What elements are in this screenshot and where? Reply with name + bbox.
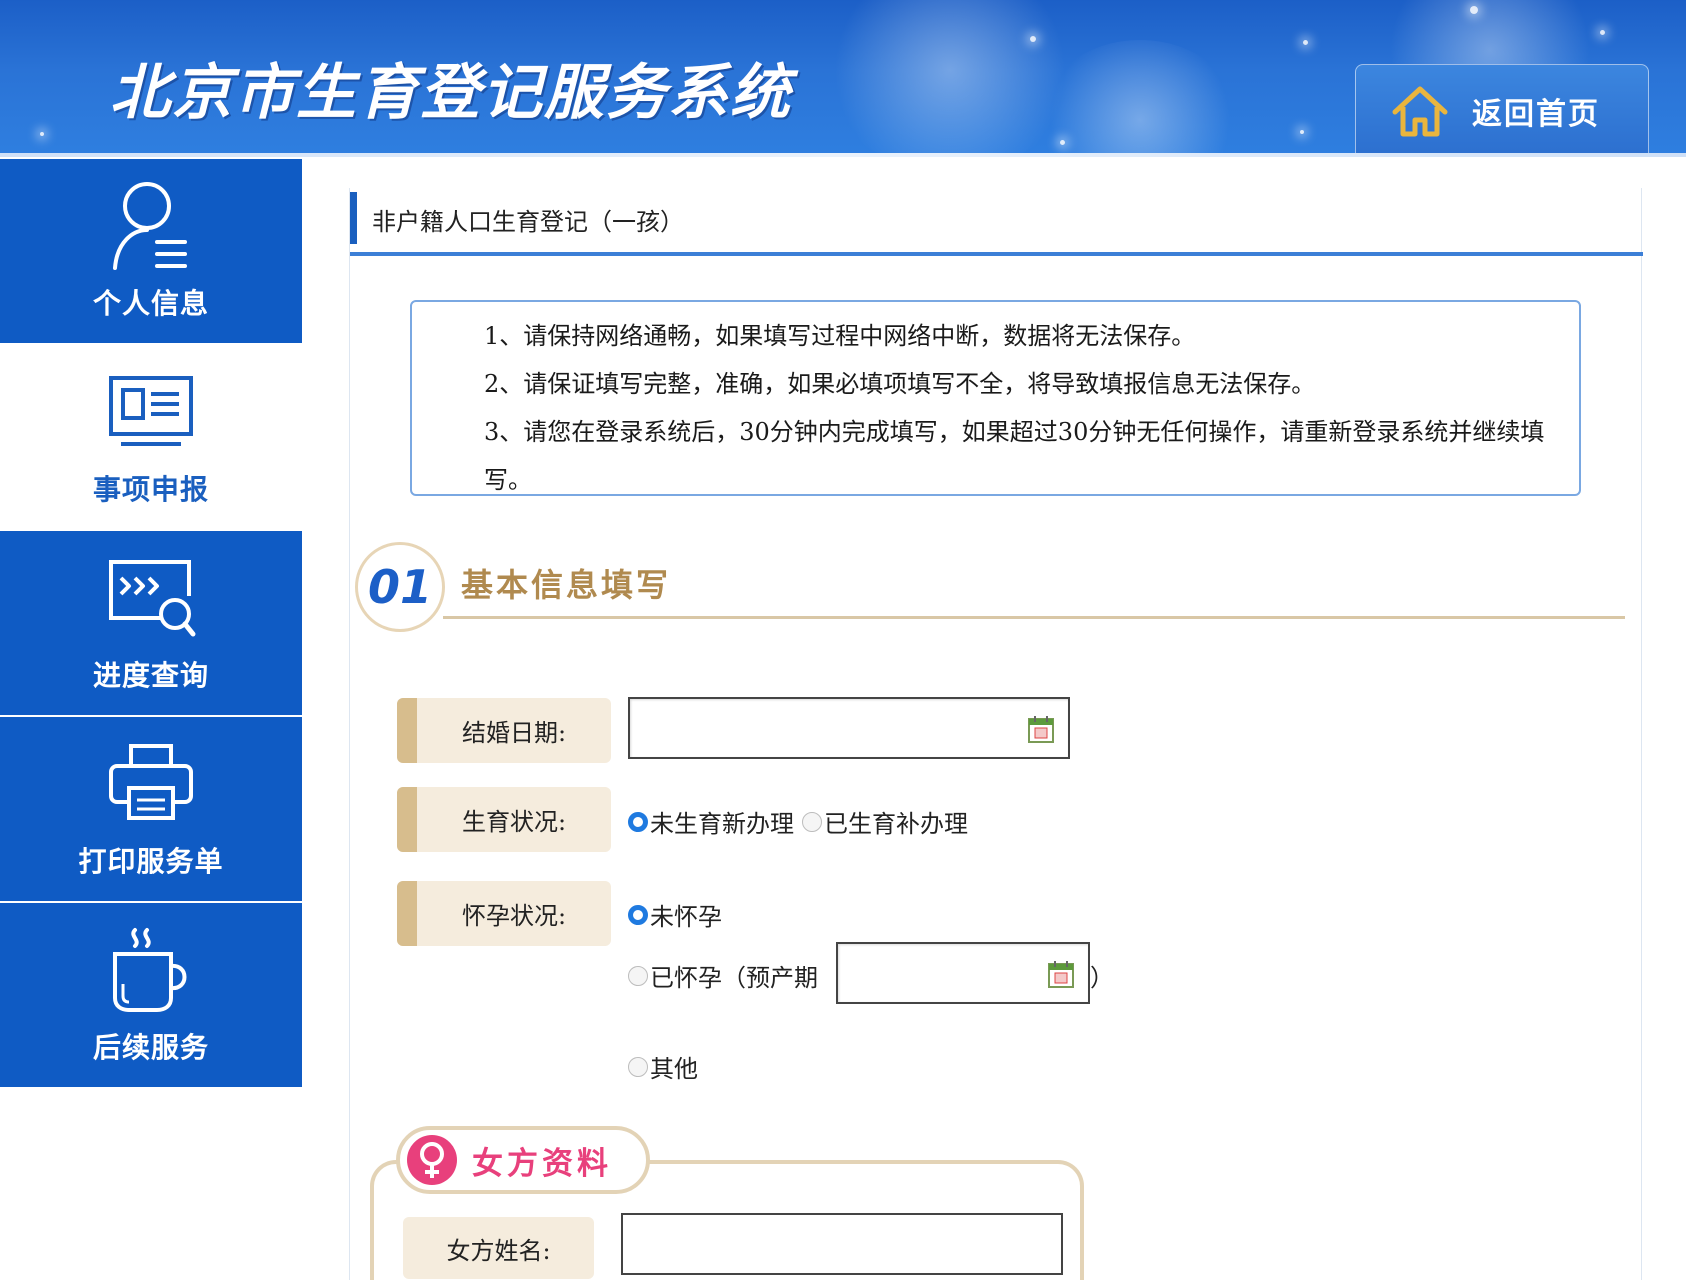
pregnancy-option-other: 其他 [628, 1049, 698, 1084]
section-basic-info-header: 01 基本信息填写 [355, 542, 1625, 632]
site-header: 北京市生育登记服务系统 返回首页 [0, 0, 1686, 157]
notice-item: 1、请保持网络通畅，如果填写过程中网络中断，数据将无法保存。 [484, 322, 1196, 350]
field-label-text: 女方姓名: [446, 1236, 551, 1265]
marriage-date-label: 结婚日期: [397, 698, 611, 763]
pregnancy-radio-not-pregnant[interactable] [628, 904, 648, 925]
radio-label[interactable]: 未怀孕 [650, 897, 722, 932]
female-section-title: 女方资料 [472, 1145, 612, 1182]
sidebar-item-print-service[interactable]: 打印服务单 [0, 715, 302, 901]
sidebar-item-label: 打印服务单 [78, 845, 224, 878]
pregnancy-option-not-pregnant: 未怀孕 [628, 897, 722, 932]
radio-label[interactable]: 已生育补办理 [824, 804, 968, 839]
field-label-text: 结婚日期: [461, 719, 567, 747]
notice-item: 3、请您在登录系统后，30分钟内完成填写，如果超过30分钟无任何操作，请重新登录… [484, 418, 1545, 494]
field-label-text: 怀孕状况: [461, 902, 567, 930]
coffee-cup-icon [113, 928, 187, 1012]
birth-status-options: 未生育新办理 已生育补办理 [628, 804, 968, 839]
sidebar-item-label: 进度查询 [92, 659, 209, 692]
sidebar-item-follow-up[interactable]: 后续服务 [0, 901, 302, 1087]
female-name-input[interactable] [621, 1213, 1063, 1275]
home-button[interactable]: 返回首页 [1355, 64, 1649, 157]
due-date-close-paren: ） [1090, 958, 1114, 993]
document-card-icon [109, 376, 193, 446]
printer-icon [109, 744, 193, 820]
sidebar: 个人信息 事项申报 进度查询 打印服务单 后续服务 [0, 157, 302, 1087]
person-list-icon [113, 182, 187, 270]
sidebar-item-label: 后续服务 [92, 1031, 209, 1064]
female-info-tab: 女方资料 [396, 1126, 650, 1194]
due-date-input[interactable] [836, 942, 1090, 1004]
sidebar-item-label: 个人信息 [92, 287, 209, 320]
progress-search-icon [109, 560, 196, 637]
female-name-label: 女方姓名: [403, 1217, 594, 1279]
sidebar-item-label: 事项申报 [92, 473, 209, 506]
pregnancy-status-label: 怀孕状况: [397, 881, 611, 946]
birth-status-radio-supplement[interactable] [802, 811, 822, 832]
section-number: 01 [367, 560, 432, 614]
sidebar-item-application[interactable]: 事项申报 [0, 343, 302, 529]
birth-status-radio-new[interactable] [628, 811, 648, 832]
panel-header: 非户籍人口生育登记（一孩） [350, 188, 1643, 256]
calendar-icon[interactable] [1048, 960, 1074, 988]
home-button-label: 返回首页 [1472, 97, 1600, 132]
field-label-text: 生育状况: [461, 808, 567, 836]
pregnancy-radio-other[interactable] [628, 1056, 648, 1077]
calendar-icon[interactable] [1028, 715, 1054, 743]
marriage-date-input[interactable] [628, 697, 1070, 759]
birth-status-label: 生育状况: [397, 787, 611, 852]
female-symbol-icon [407, 1135, 457, 1185]
section-divider [443, 616, 1625, 619]
pregnancy-radio-pregnant[interactable] [628, 965, 648, 986]
radio-label[interactable]: 未生育新办理 [650, 804, 794, 839]
sidebar-item-personal-info[interactable]: 个人信息 [0, 157, 302, 343]
radio-label-suffix: ） [1090, 964, 1114, 992]
home-icon [1392, 86, 1448, 137]
title-accent-bar [350, 192, 357, 244]
radio-label[interactable]: 已怀孕（预产期 [650, 958, 818, 993]
pregnancy-option-pregnant: 已怀孕（预产期 [628, 958, 818, 993]
site-title: 北京市生育登记服务系统 [110, 58, 792, 128]
section-number-badge: 01 [355, 542, 445, 632]
notice-item: 2、请保证填写完整，准确，如果必填项填写不全，将导致填报信息无法保存。 [484, 370, 1316, 398]
radio-label[interactable]: 其他 [650, 1049, 698, 1084]
page-title: 非户籍人口生育登记（一孩） [372, 208, 684, 236]
section-title: 基本信息填写 [461, 566, 672, 604]
sidebar-item-progress-query[interactable]: 进度查询 [0, 529, 302, 715]
notice-box: 1、请保持网络通畅，如果填写过程中网络中断，数据将无法保存。 2、请保证填写完整… [410, 300, 1581, 496]
